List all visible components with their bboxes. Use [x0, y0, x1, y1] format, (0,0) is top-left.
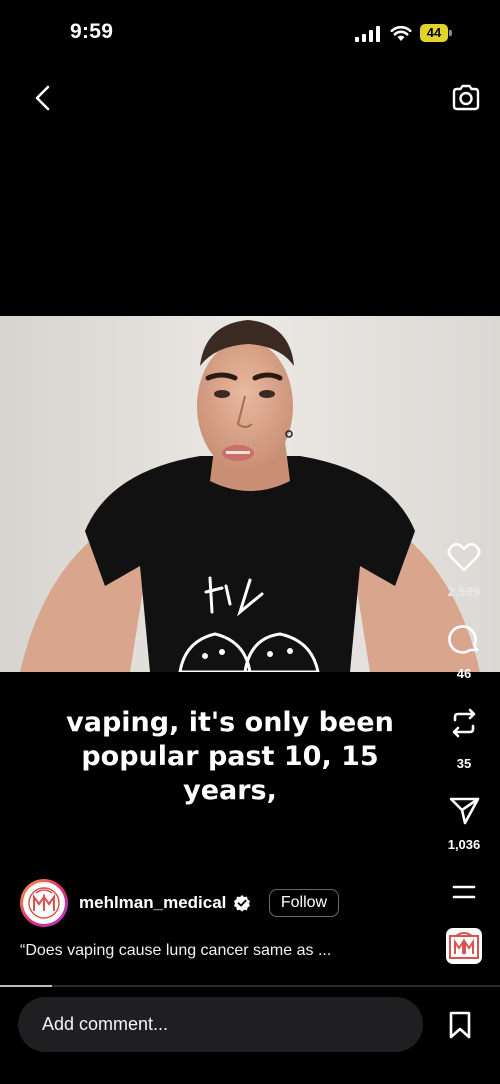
like-count: 2,599	[447, 584, 481, 599]
video-frame	[0, 316, 500, 672]
post-description[interactable]: “Does vaping cause lung cancer same as .…	[20, 942, 331, 960]
more-options-button[interactable]	[446, 876, 482, 912]
battery-indicator: 44	[420, 24, 452, 42]
comment-button[interactable]	[446, 621, 482, 657]
repost-count: 35	[456, 756, 472, 771]
brand-logo-icon	[449, 932, 479, 959]
caption-line-2: popular past 10, 15 years,	[81, 741, 379, 806]
author-avatar[interactable]	[20, 879, 68, 927]
share-button[interactable]	[446, 792, 482, 828]
caption-line-1: vaping, it's only been	[66, 707, 394, 738]
battery-level: 44	[420, 24, 448, 42]
camera-icon[interactable]	[450, 82, 482, 114]
like-button[interactable]	[446, 539, 482, 575]
comment-input[interactable]: Add comment...	[18, 997, 423, 1052]
video-caption: vaping, it's only been popular past 10, …	[40, 706, 420, 808]
playback-progress-track[interactable]	[0, 985, 500, 987]
brand-logo-icon	[28, 887, 60, 919]
comment-count: 46	[456, 666, 472, 681]
back-button[interactable]	[30, 84, 58, 112]
repost-button[interactable]	[446, 705, 482, 741]
status-time: 9:59	[70, 20, 114, 43]
verified-badge-icon	[234, 895, 250, 912]
share-count: 1,036	[447, 837, 481, 852]
follow-button[interactable]: Follow	[269, 889, 339, 917]
playback-progress-fill	[0, 985, 52, 987]
video-player[interactable]	[0, 316, 500, 672]
audio-thumbnail[interactable]	[446, 928, 482, 964]
avatar-image	[23, 882, 65, 924]
cellular-signal-icon	[355, 26, 380, 42]
battery-cap	[449, 30, 452, 36]
author-username[interactable]: mehlman_medical	[79, 893, 226, 913]
bookmark-icon[interactable]	[447, 1011, 473, 1039]
wifi-icon	[390, 25, 412, 41]
comment-placeholder: Add comment...	[42, 1014, 169, 1034]
